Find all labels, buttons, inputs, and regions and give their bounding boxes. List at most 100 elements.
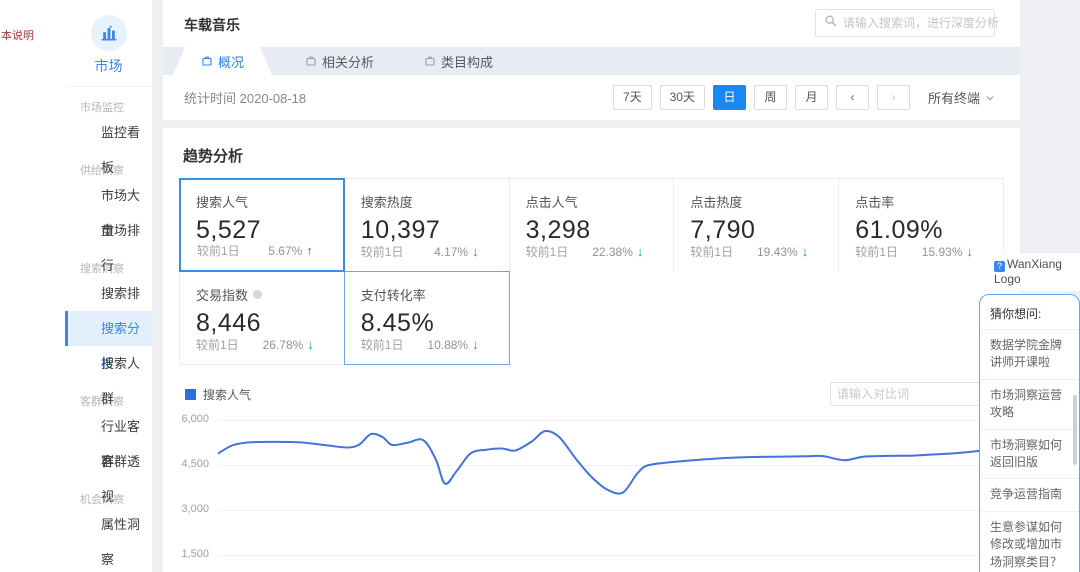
- range-7d-button[interactable]: 7天: [613, 85, 652, 110]
- delta-value: 26.78%: [263, 338, 304, 352]
- metric-label-text: 交易指数: [196, 285, 248, 304]
- range-week-button[interactable]: 周: [754, 85, 787, 110]
- info-icon[interactable]: [253, 290, 262, 299]
- delta: 15.93% ↓: [922, 243, 973, 260]
- metric-value: 8.45%: [361, 309, 493, 338]
- assistant-logo[interactable]: ?WanXiang Logo: [989, 253, 1080, 291]
- legend-swatch: [185, 389, 196, 400]
- sidebar-item-search-ranking[interactable]: 搜索排行: [65, 276, 152, 311]
- briefcase-icon: [305, 55, 317, 67]
- panel-title: 猜你想问:: [980, 295, 1079, 329]
- bar-chart-icon: [91, 15, 127, 51]
- sidebar-item-market-overview[interactable]: 市场大盘: [65, 178, 152, 213]
- header-band: 车载音乐: [163, 0, 1020, 47]
- compare-label: 较前1日: [526, 243, 569, 260]
- question-link[interactable]: 市场洞察如何返回旧版: [980, 429, 1079, 479]
- metric-value: 7,790: [690, 216, 822, 245]
- metric-card-search-heat[interactable]: 搜索热度 10,397 较前1日 4.17% ↓: [344, 178, 510, 272]
- chart-legend: 搜索人气: [185, 386, 251, 403]
- scrollbar-thumb[interactable]: [1073, 395, 1077, 465]
- compare-label: 较前1日: [855, 243, 898, 260]
- metric-card-search-popularity[interactable]: 搜索人气 5,527 较前1日 5.67% ↑: [179, 178, 345, 272]
- compare-word-input[interactable]: [837, 387, 992, 401]
- app-badge[interactable]: 市场: [65, 0, 152, 87]
- search-box[interactable]: [815, 9, 995, 37]
- metric-card-click-heat[interactable]: 点击热度 7,790 较前1日 19.43% ↓: [673, 178, 839, 272]
- metric-label: 点击率: [855, 192, 987, 211]
- metric-label: 搜索人气: [196, 192, 328, 211]
- section-title: 趋势分析: [163, 128, 1020, 166]
- metric-card-click-popularity[interactable]: 点击人气 3,298 较前1日 22.38% ↓: [509, 178, 675, 272]
- down-arrow-icon: ↓: [637, 244, 644, 259]
- question-link[interactable]: 竞争运营指南: [980, 478, 1079, 510]
- briefcase-icon: [201, 55, 213, 67]
- toolbar: 统计时间 2020-08-18 7天 30天 日 周 月 ‹ › 所有终端: [163, 75, 1020, 120]
- range-day-button[interactable]: 日: [713, 85, 746, 110]
- compare-word-box[interactable]: ×: [830, 382, 990, 406]
- tab-overview[interactable]: 概况: [173, 47, 272, 75]
- delta-value: 19.43%: [757, 245, 798, 259]
- metric-card-transaction-index[interactable]: 交易指数 8,446 较前1日 26.78% ↓: [179, 271, 345, 365]
- main-area: 车载音乐 概况: [153, 0, 1080, 572]
- device-filter-dropdown[interactable]: 所有终端: [928, 88, 995, 107]
- trend-line-chart: 6,000 4,500 3,000 1,500: [163, 409, 1020, 572]
- down-arrow-icon: ↓: [472, 244, 479, 259]
- chart-header: 搜索人气 ×: [185, 382, 990, 406]
- question-link[interactable]: 数据学院金牌讲师开课啦: [980, 329, 1079, 379]
- down-arrow-icon: ↓: [472, 337, 479, 352]
- next-date-button[interactable]: ›: [877, 85, 910, 110]
- metric-card-payment-conversion[interactable]: 支付转化率 8.45% 较前1日 10.88% ↓: [344, 271, 510, 365]
- delta-value: 4.17%: [434, 245, 468, 259]
- delta: 26.78% ↓: [263, 336, 314, 353]
- trend-line-path: [218, 431, 998, 494]
- y-axis-tick: 4,500: [163, 458, 209, 470]
- tab-related-analysis[interactable]: 相关分析: [288, 47, 391, 75]
- delta-value: 22.38%: [592, 245, 633, 259]
- down-arrow-icon: ↓: [307, 337, 314, 352]
- up-arrow-icon: ↑: [306, 243, 313, 258]
- menu-group-header: 市场监控: [65, 99, 152, 115]
- compare-label: 较前1日: [690, 243, 733, 260]
- legend-label: 搜索人气: [203, 386, 251, 403]
- app-label: 市场: [65, 56, 152, 76]
- delta: 5.67% ↑: [268, 242, 313, 259]
- range-30d-button[interactable]: 30天: [660, 85, 705, 110]
- down-arrow-icon: ↓: [802, 244, 809, 259]
- compare-label: 较前1日: [361, 243, 404, 260]
- question-link[interactable]: 市场洞察运营攻略: [980, 379, 1079, 429]
- tab-category-composition[interactable]: 类目构成: [407, 47, 510, 75]
- empty-cell: [509, 271, 675, 365]
- sidebar-item-crowd-perspective[interactable]: 客群透视: [65, 444, 152, 479]
- stat-date: 2020-08-18: [240, 91, 307, 106]
- metric-cards: 搜索人气 5,527 较前1日 5.67% ↑ 搜索热度 10,397 较前1日: [180, 179, 1004, 365]
- sidebar-item-market-ranking[interactable]: 市场排行: [65, 213, 152, 248]
- metric-label: 交易指数: [196, 285, 328, 304]
- sidebar-item-monitor-board[interactable]: 监控看板: [65, 115, 152, 150]
- device-filter-label: 所有终端: [928, 88, 980, 107]
- trend-analysis-card: 趋势分析 搜索人气 5,527 较前1日 5.67% ↑ 搜索热度 10,: [163, 128, 1020, 572]
- prev-date-button[interactable]: ‹: [836, 85, 869, 110]
- page: 本说明 市场 市场监控 监控看板 供给洞察 市场大盘 市场排行 搜索洞察 搜索排…: [0, 0, 1080, 572]
- metric-label: 搜索热度: [361, 192, 493, 211]
- sidebar-item-search-analysis[interactable]: 搜索分析: [65, 311, 152, 346]
- metric-value: 3,298: [526, 216, 658, 245]
- question-link[interactable]: 生意参谋如何修改或增加市场洞察类目？: [980, 511, 1079, 572]
- tab-label: 相关分析: [322, 52, 374, 71]
- search-icon: [824, 14, 837, 32]
- sidebar-item-search-crowd[interactable]: 搜索人群: [65, 346, 152, 381]
- sidebar: 市场 市场监控 监控看板 供给洞察 市场大盘 市场排行 搜索洞察 搜索排行 搜索…: [65, 0, 153, 572]
- search-input[interactable]: [843, 16, 998, 30]
- down-arrow-icon: ↓: [967, 244, 974, 259]
- sidebar-item-industry-crowd[interactable]: 行业客群: [65, 409, 152, 444]
- assistant-widget: ?WanXiang Logo 猜你想问: 数据学院金牌讲师开课啦 市场洞察运营攻…: [979, 253, 1080, 572]
- guess-questions-panel: 猜你想问: 数据学院金牌讲师开课啦 市场洞察运营攻略 市场洞察如何返回旧版 竞争…: [979, 294, 1080, 572]
- metric-value: 5,527: [196, 216, 328, 245]
- left-annotation-text: 本说明: [1, 27, 34, 43]
- metric-value: 10,397: [361, 216, 493, 245]
- sidebar-menu: 市场监控 监控看板 供给洞察 市场大盘 市场排行 搜索洞察 搜索排行 搜索分析 …: [65, 99, 152, 542]
- empty-cell: [673, 271, 839, 365]
- delta: 10.88% ↓: [427, 336, 478, 353]
- stat-time: 统计时间 2020-08-18: [184, 88, 306, 107]
- sidebar-item-attribute-insight[interactable]: 属性洞察: [65, 507, 152, 542]
- range-month-button[interactable]: 月: [795, 85, 828, 110]
